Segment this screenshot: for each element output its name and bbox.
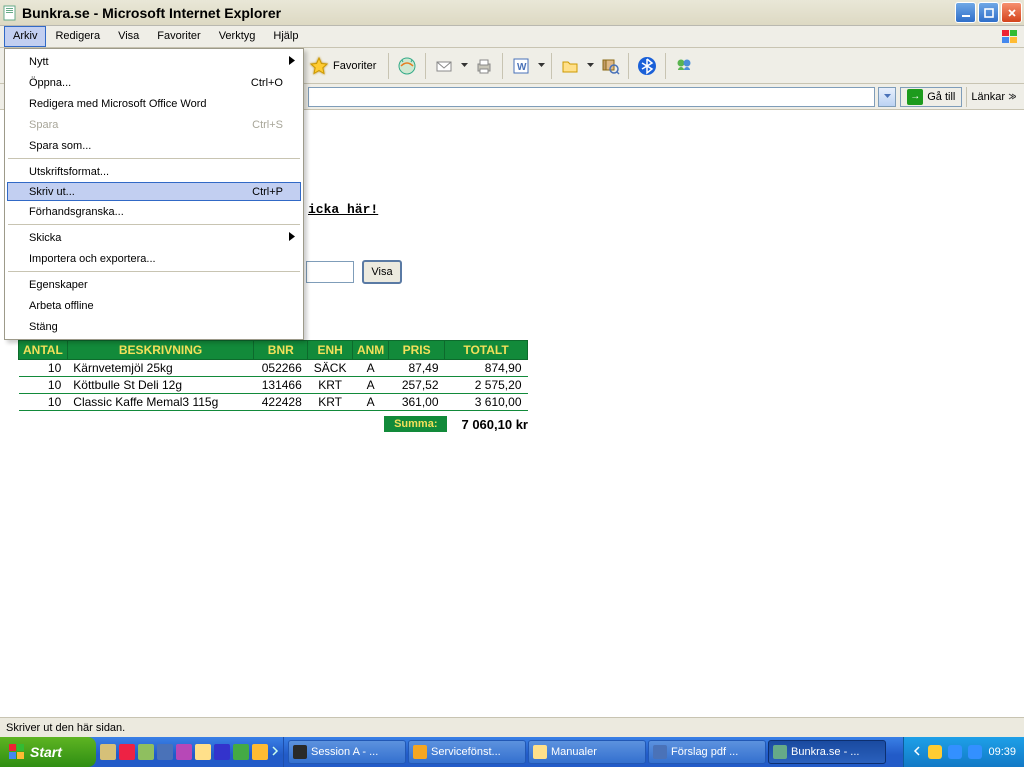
window-close-button[interactable] — [1001, 2, 1022, 23]
mail-icon[interactable] — [431, 53, 457, 79]
tray-icon[interactable] — [968, 745, 982, 759]
go-label: Gå till — [927, 91, 955, 103]
col-pris: PRIS — [389, 341, 445, 360]
task-button[interactable]: Manualer — [528, 740, 646, 764]
research-icon[interactable] — [597, 53, 623, 79]
window-title: Bunkra.se - Microsoft Internet Explorer — [22, 5, 281, 21]
visa-controls: Visa — [306, 260, 402, 284]
ql-icon[interactable] — [119, 744, 135, 760]
window-titlebar: Bunkra.se - Microsoft Internet Explorer — [0, 0, 1024, 26]
menu-item-oppna[interactable]: Öppna... Ctrl+O — [7, 72, 301, 93]
tray-icon[interactable] — [928, 745, 942, 759]
favorites-label: Favoriter — [333, 60, 376, 72]
print-icon[interactable] — [471, 53, 497, 79]
links-chevron-icon — [1007, 93, 1016, 100]
task-button[interactable]: Servicefönst... — [408, 740, 526, 764]
menu-favoriter[interactable]: Favoriter — [148, 26, 209, 47]
menu-hjalp[interactable]: Hjälp — [264, 26, 307, 47]
arkiv-dropdown-menu: Nytt Öppna... Ctrl+O Redigera med Micros… — [4, 48, 304, 340]
start-button[interactable]: Start — [0, 737, 96, 767]
menu-arkiv[interactable]: Arkiv — [4, 26, 46, 47]
windows-logo-icon — [8, 743, 26, 761]
menu-item-importera[interactable]: Importera och exportera... — [7, 248, 301, 269]
start-label: Start — [30, 744, 62, 760]
taskbar-tasks: Session A - ... Servicefönst... Manualer… — [284, 737, 903, 767]
table-row: 10 Classic Kaffe Memal3 115g 422428 KRT … — [19, 394, 528, 411]
address-dropdown-arrow-icon[interactable] — [878, 87, 896, 107]
system-tray: 09:39 — [903, 737, 1024, 767]
order-table: ANTAL BESKRIVNING BNR ENH ANM PRIS TOTAL… — [18, 340, 528, 411]
go-button[interactable]: → Gå till — [900, 87, 962, 107]
col-beskrivning: BESKRIVNING — [67, 341, 254, 360]
menu-item-skriv-ut[interactable]: Skriv ut... Ctrl+P — [7, 182, 301, 201]
ql-icon[interactable] — [176, 744, 192, 760]
tray-clock[interactable]: 09:39 — [988, 746, 1016, 758]
task-button[interactable]: Förslag pdf ... — [648, 740, 766, 764]
col-antal: ANTAL — [19, 341, 68, 360]
ql-expand-icon[interactable] — [271, 744, 279, 761]
visa-input[interactable] — [306, 261, 354, 283]
col-totalt: TOTALT — [445, 341, 528, 360]
folder-icon[interactable] — [557, 53, 583, 79]
menu-item-stang[interactable]: Stäng — [7, 316, 301, 337]
ql-icon[interactable] — [157, 744, 173, 760]
page-link-text[interactable]: icka här! — [308, 202, 378, 217]
window-minimize-button[interactable] — [955, 2, 976, 23]
menu-verktyg[interactable]: Verktyg — [210, 26, 265, 47]
ql-icon[interactable] — [252, 744, 268, 760]
submenu-arrow-icon — [289, 232, 295, 244]
sum-value: 7 060,10 kr — [461, 417, 528, 432]
ql-icon[interactable] — [195, 744, 211, 760]
word-edit-icon[interactable]: W — [508, 53, 534, 79]
table-row: 10 Kärnvetemjöl 25kg 052266 SÄCK A 87,49… — [19, 360, 528, 377]
menu-item-utskriftsformat[interactable]: Utskriftsformat... — [7, 161, 301, 182]
ql-icon[interactable] — [233, 744, 249, 760]
menu-item-forhandsgranska[interactable]: Förhandsgranska... — [7, 201, 301, 222]
sum-row: Summa: 7 060,10 kr — [18, 416, 528, 432]
tray-expand-icon[interactable] — [912, 744, 922, 761]
messenger-icon[interactable] — [671, 53, 697, 79]
submenu-arrow-icon — [289, 56, 295, 68]
windows-flag-icon — [996, 26, 1024, 48]
bluetooth-icon[interactable] — [634, 53, 660, 79]
mail-dropdown-arrow-icon[interactable] — [459, 63, 469, 68]
taskbar: Start Session A - ... Servicefönst... Ma… — [0, 737, 1024, 767]
status-bar: Skriver ut den här sidan. — [0, 717, 1024, 737]
task-button[interactable]: Session A - ... — [288, 740, 406, 764]
visa-button[interactable]: Visa — [362, 260, 402, 284]
tray-icon[interactable] — [948, 745, 962, 759]
window-maximize-button[interactable] — [978, 2, 999, 23]
address-input[interactable] — [308, 87, 875, 107]
menu-item-spara-som[interactable]: Spara som... — [7, 135, 301, 156]
links-button[interactable]: Länkar — [966, 87, 1020, 107]
sum-label: Summa: — [384, 416, 447, 432]
menu-item-egenskaper[interactable]: Egenskaper — [7, 274, 301, 295]
toolbar-media-icon[interactable] — [394, 53, 420, 79]
menu-redigera[interactable]: Redigera — [46, 26, 109, 47]
menubar: Arkiv Redigera Visa Favoriter Verktyg Hj… — [0, 26, 1024, 48]
ql-icon[interactable] — [214, 744, 230, 760]
menu-item-arbeta-offline[interactable]: Arbeta offline — [7, 295, 301, 316]
table-row: 10 Köttbulle St Deli 12g 131466 KRT A 25… — [19, 377, 528, 394]
links-label: Länkar — [971, 91, 1005, 103]
ql-icon[interactable] — [138, 744, 154, 760]
quick-launch — [96, 737, 284, 767]
menu-visa[interactable]: Visa — [109, 26, 148, 47]
menu-item-skicka[interactable]: Skicka — [7, 227, 301, 248]
ql-icon[interactable] — [100, 744, 116, 760]
status-text: Skriver ut den här sidan. — [6, 722, 125, 734]
folder-dropdown-arrow-icon[interactable] — [585, 63, 595, 68]
menu-item-nytt[interactable]: Nytt — [7, 51, 301, 72]
go-arrow-icon: → — [907, 89, 923, 105]
col-bnr: BNR — [254, 341, 308, 360]
menu-item-redigera-word[interactable]: Redigera med Microsoft Office Word — [7, 93, 301, 114]
col-anm: ANM — [352, 341, 388, 360]
task-button-active[interactable]: Bunkra.se - ... — [768, 740, 886, 764]
edit-dropdown-arrow-icon[interactable] — [536, 63, 546, 68]
menu-item-spara: Spara Ctrl+S — [7, 114, 301, 135]
svg-text:W: W — [517, 62, 527, 73]
col-enh: ENH — [308, 341, 353, 360]
favorites-button[interactable]: Favoriter — [306, 53, 383, 79]
ie-page-icon — [2, 5, 18, 21]
